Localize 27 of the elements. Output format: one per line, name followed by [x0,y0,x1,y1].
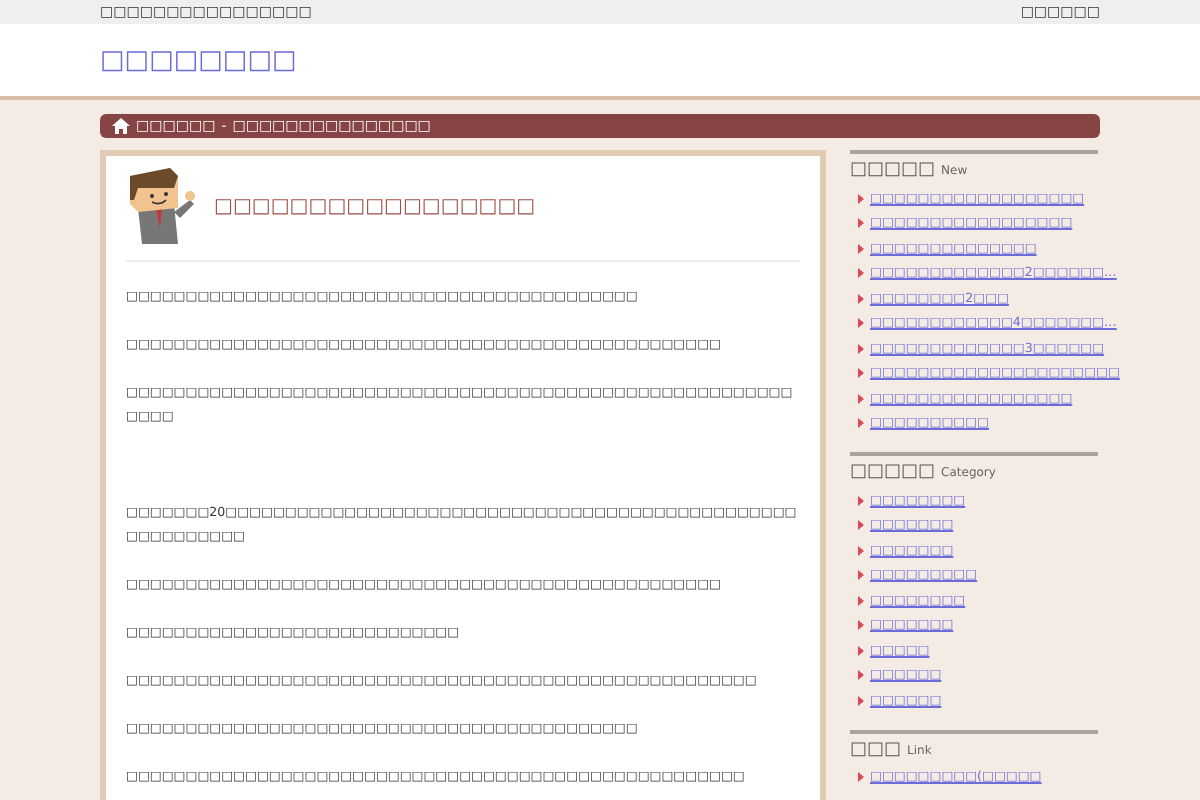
triangle-bullet-icon [858,772,864,783]
post-title: □□□□□□□□□□□□□□□□□ [214,195,536,217]
triangle-bullet-icon [858,393,864,404]
triangle-bullet-icon [858,495,864,506]
triangle-bullet-icon [858,268,864,279]
triangle-bullet-icon [858,670,864,681]
triangle-bullet-icon [858,418,864,429]
widget-title: □□□□□ [850,160,936,180]
home-icon[interactable] [112,118,130,134]
triangle-bullet-icon [858,520,864,531]
triangle-bullet-icon [858,570,864,581]
site-title[interactable]: □□□□□□□□ [100,47,297,73]
cartoon-man-drawing [126,168,198,244]
triangle-bullet-icon [858,620,864,631]
triangle-bullet-icon [858,595,864,606]
triangle-bullet-icon [858,193,864,204]
triangle-bullet-icon [858,218,864,229]
widget-title: □□□ [850,739,902,759]
triangle-bullet-icon [858,343,864,354]
triangle-bullet-icon [858,243,864,254]
triangle-bullet-icon [858,318,864,329]
triangle-bullet-icon [858,645,864,656]
widget-title: □□□□□ [850,462,936,482]
triangle-bullet-icon [858,545,864,556]
triangle-bullet-icon [858,293,864,304]
triangle-bullet-icon [858,368,864,379]
triangle-bullet-icon [858,695,864,706]
